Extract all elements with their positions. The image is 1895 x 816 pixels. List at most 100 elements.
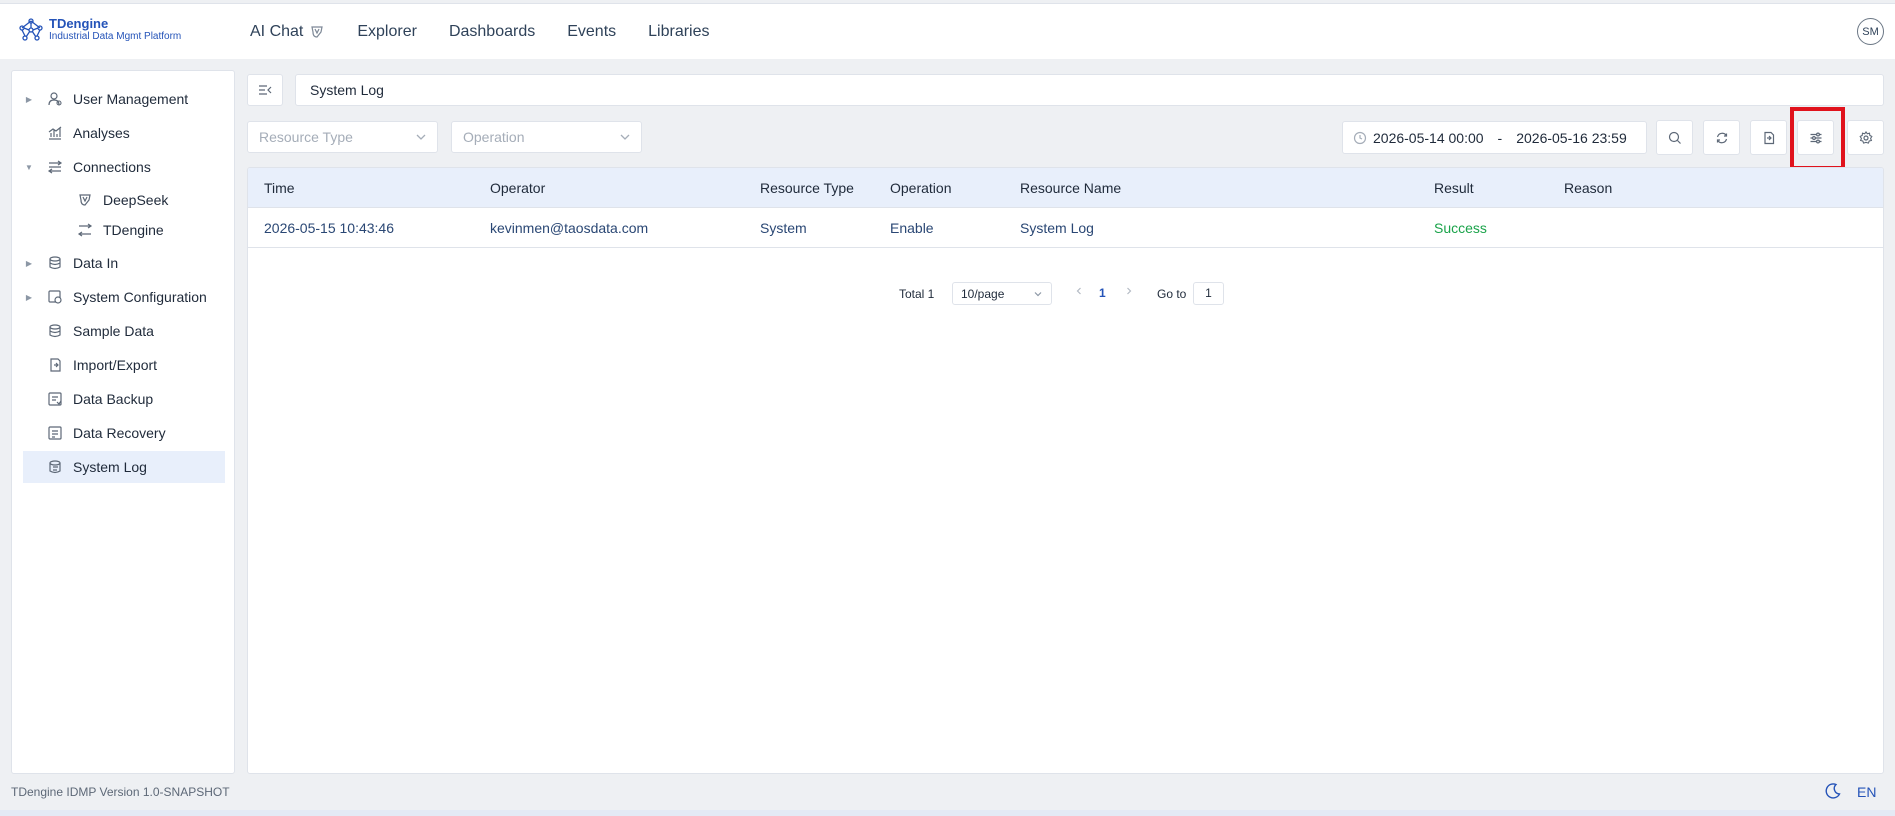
sidebar-item-label: Import/Export	[73, 357, 158, 373]
cell-result: Success	[1434, 220, 1487, 236]
sidebar-item-tdengine[interactable]: TDengine	[77, 214, 225, 246]
goto-label: Go to	[1157, 287, 1187, 301]
export-file-icon	[1763, 131, 1774, 144]
page-title-bar: System Log	[295, 74, 1884, 106]
sidebar-item-label: DeepSeek	[103, 192, 169, 208]
column-header-resource-type[interactable]: Resource Type	[760, 168, 854, 208]
operation-placeholder: Operation	[463, 129, 525, 145]
logo[interactable]: TDengine Industrial Data Mgmt Platform	[17, 16, 181, 44]
connections-icon	[47, 159, 63, 175]
cell-time: 2026-05-15 10:43:46	[264, 220, 394, 236]
top-nav: AI Chat Explorer Dashboards Events Libra…	[250, 4, 742, 60]
database-icon	[47, 255, 63, 271]
table-row[interactable]: 2026-05-15 10:43:46 kevinmen@taosdata.co…	[248, 208, 1883, 248]
collapse-menu-icon	[259, 85, 272, 95]
column-header-resource-name[interactable]: Resource Name	[1020, 168, 1121, 208]
nav-dashboards[interactable]: Dashboards	[449, 23, 535, 41]
cell-resource-type: System	[760, 220, 807, 236]
sidebar-item-user-management[interactable]: ▶ User Management	[23, 83, 225, 115]
config-icon	[47, 289, 63, 305]
nav-ai-chat[interactable]: AI Chat	[250, 23, 325, 41]
sidebar-item-label: TDengine	[103, 222, 164, 238]
export-button[interactable]	[1750, 120, 1787, 155]
chart-icon	[47, 125, 63, 141]
resource-type-select[interactable]: Resource Type	[247, 121, 438, 153]
sidebar-item-label: Data In	[73, 255, 119, 271]
top-header: TDengine Industrial Data Mgmt Platform A…	[0, 3, 1895, 59]
expand-caret-icon[interactable]: ▶	[23, 293, 35, 302]
collapse-panel-button[interactable]	[247, 74, 283, 106]
column-header-time[interactable]: Time	[264, 168, 295, 208]
column-header-result[interactable]: Result	[1434, 168, 1474, 208]
sidebar-item-deepseek[interactable]: DeepSeek	[77, 184, 225, 216]
date-start[interactable]: 2026-05-14 00:00	[1373, 130, 1484, 146]
sliders-icon	[1810, 131, 1821, 144]
sidebar-item-system-configuration[interactable]: ▶ System Configuration	[23, 281, 225, 313]
sample-data-icon	[47, 323, 63, 339]
user-avatar[interactable]: SM	[1857, 18, 1884, 45]
filter-settings-button[interactable]	[1797, 120, 1834, 155]
settings-button[interactable]	[1847, 120, 1884, 155]
sidebar-item-system-log[interactable]: System Log	[23, 451, 225, 483]
logo-subtitle: Industrial Data Mgmt Platform	[49, 31, 182, 42]
page-title: System Log	[310, 82, 384, 98]
sidebar: ▶ User Management Analyses ▼ Connections	[11, 70, 235, 774]
backup-icon	[47, 391, 63, 407]
sidebar-item-label: System Log	[73, 459, 147, 475]
log-table: Time Operator Resource Type Operation Re…	[247, 167, 1884, 774]
nav-ai-chat-label: AI Chat	[250, 23, 304, 40]
user-icon	[47, 91, 63, 107]
version-text: TDengine IDMP Version 1.0-SNAPSHOT	[11, 785, 230, 799]
recovery-icon	[47, 425, 63, 441]
language-switcher[interactable]: EN	[1857, 784, 1876, 800]
sidebar-item-data-in[interactable]: ▶ Data In	[23, 247, 225, 279]
bottom-strip	[0, 810, 1895, 816]
chevron-down-icon	[416, 134, 426, 140]
sidebar-item-label: System Configuration	[73, 289, 207, 305]
date-range-picker[interactable]: 2026-05-14 00:00 - 2026-05-16 23:59	[1342, 121, 1647, 154]
page-size-select[interactable]: 10/page	[952, 282, 1052, 305]
logo-title: TDengine	[49, 16, 109, 31]
sidebar-item-data-recovery[interactable]: Data Recovery	[23, 417, 225, 449]
chevron-down-icon	[1034, 291, 1042, 296]
ai-badge-icon	[311, 26, 324, 38]
next-page-button[interactable]	[1124, 285, 1134, 299]
sidebar-item-sample-data[interactable]: Sample Data	[23, 315, 225, 347]
clock-icon	[1353, 131, 1367, 145]
chevron-right-icon	[1127, 287, 1132, 295]
tdengine-icon	[77, 222, 93, 238]
search-button[interactable]	[1656, 120, 1693, 155]
nav-libraries[interactable]: Libraries	[648, 23, 709, 41]
moon-icon	[1825, 783, 1841, 799]
chevron-left-icon	[1076, 287, 1081, 295]
nav-events[interactable]: Events	[567, 23, 616, 41]
expand-caret-icon[interactable]: ▶	[23, 259, 35, 268]
nav-explorer[interactable]: Explorer	[357, 23, 417, 41]
table-header: Time Operator Resource Type Operation Re…	[248, 168, 1883, 208]
sidebar-item-label: Sample Data	[73, 323, 154, 339]
cell-operation: Enable	[890, 220, 934, 236]
sidebar-item-analyses[interactable]: Analyses	[23, 117, 225, 149]
column-header-reason[interactable]: Reason	[1564, 168, 1612, 208]
log-icon	[47, 459, 63, 475]
column-header-operation[interactable]: Operation	[890, 168, 951, 208]
column-header-operator[interactable]: Operator	[490, 168, 545, 208]
collapse-caret-icon[interactable]: ▼	[23, 163, 35, 172]
goto-page-input[interactable]: 1	[1193, 282, 1224, 305]
expand-caret-icon[interactable]: ▶	[23, 95, 35, 104]
sidebar-item-connections[interactable]: ▼ Connections	[23, 151, 225, 183]
pagination: Total 1 10/page 1 Go to 1	[248, 282, 1883, 306]
chevron-down-icon	[620, 134, 630, 140]
import-export-icon	[47, 357, 63, 373]
sidebar-item-import-export[interactable]: Import/Export	[23, 349, 225, 381]
prev-page-button[interactable]	[1074, 285, 1084, 299]
refresh-button[interactable]	[1703, 120, 1740, 155]
operation-select[interactable]: Operation	[451, 121, 642, 153]
cell-operator: kevinmen@taosdata.com	[490, 220, 649, 236]
dark-mode-toggle[interactable]	[1824, 782, 1842, 805]
page-size-value: 10/page	[961, 286, 1005, 301]
page-number-1[interactable]: 1	[1099, 286, 1106, 300]
sidebar-item-label: Data Recovery	[73, 425, 166, 441]
sidebar-item-data-backup[interactable]: Data Backup	[23, 383, 225, 415]
date-end[interactable]: 2026-05-16 23:59	[1516, 130, 1627, 146]
